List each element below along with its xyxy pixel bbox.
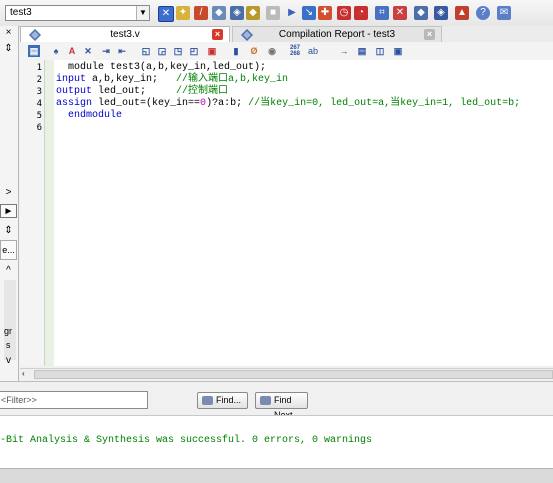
- close-icon[interactable]: ×: [424, 29, 435, 40]
- line-number: 6: [36, 123, 42, 133]
- tab-compilation-report[interactable]: Compilation Report - test3 ×: [232, 26, 442, 42]
- insert-template-icon[interactable]: ▮: [230, 45, 242, 57]
- project-navigator-panel: × ⇕ > ► ⇕ e... ^ gr s v: [0, 26, 19, 381]
- sim-icon[interactable]: ◆: [246, 6, 260, 20]
- scroll-down-icon[interactable]: v: [0, 354, 17, 368]
- find-next-button[interactable]: Find Next: [255, 392, 308, 420]
- panel-text-fragment: gr: [4, 326, 13, 336]
- code-line: output led_out; //控制端口: [56, 86, 229, 97]
- find-bar: <Filter>> Find... Find Next: [0, 381, 553, 420]
- stop-icon[interactable]: ■: [266, 6, 280, 20]
- settings-icon[interactable]: ◆: [212, 6, 226, 20]
- line-number-toggle-button[interactable]: 267 268: [288, 45, 302, 57]
- code-line: endmodule: [56, 110, 123, 121]
- assignment-icon[interactable]: ◈: [230, 6, 244, 20]
- line-number: 5: [36, 111, 42, 121]
- document-tab-bar: test3.v × Compilation Report - test3 ×: [20, 26, 553, 43]
- code-line: module test3(a,b,key_in,led_out);: [56, 62, 267, 73]
- line-number: 2: [36, 75, 42, 85]
- close-icon[interactable]: ×: [0, 26, 17, 40]
- format-icon[interactable]: ◉: [266, 45, 278, 57]
- filter-input[interactable]: <Filter>>: [0, 391, 148, 409]
- scroll-right-icon[interactable]: >: [0, 186, 17, 200]
- outdent-icon[interactable]: ⇤: [116, 45, 128, 57]
- editor-horizontal-scrollbar[interactable]: ‹: [20, 368, 553, 381]
- bookmark-next-icon[interactable]: ◲: [156, 45, 168, 57]
- split-view-icon[interactable]: ◫: [374, 45, 386, 57]
- scroll-left-icon[interactable]: ‹: [22, 369, 25, 378]
- line-number: 1: [36, 63, 42, 73]
- panel-text-fragment: s: [6, 340, 11, 350]
- timing-icon[interactable]: ◷: [337, 6, 351, 20]
- main-toolbar: test3 ▼ ✕ ✦ / ◆ ◈ ◆ ■ ▶ ↘ ✚ ◷ ◔ ⌗ ✕ ◆ ◈ …: [0, 0, 553, 27]
- tab-test3-v[interactable]: test3.v ×: [20, 26, 230, 42]
- pin-icon[interactable]: ⇕: [0, 42, 17, 56]
- rtl-icon[interactable]: ✕: [393, 6, 407, 20]
- open-file-icon[interactable]: ▤: [28, 45, 40, 57]
- find-button[interactable]: Find...: [197, 392, 248, 409]
- chevron-down-icon[interactable]: ▼: [136, 6, 149, 20]
- bookmark-clear-icon[interactable]: ◰: [188, 45, 200, 57]
- feedback-icon[interactable]: ✉: [497, 6, 511, 20]
- clock-icon[interactable]: ◔: [354, 6, 368, 20]
- analysis-icon[interactable]: ↘: [302, 6, 316, 20]
- scroll-right-filled-icon[interactable]: ►: [0, 204, 17, 218]
- find-replace-icon[interactable]: A: [66, 45, 78, 57]
- scroll-up-icon[interactable]: ^: [0, 264, 17, 278]
- binoculars-icon: [202, 396, 213, 405]
- spell-check-button[interactable]: ab: [306, 45, 320, 57]
- messages-panel: -Bit Analysis & Synthesis was successful…: [0, 415, 553, 469]
- help-icon[interactable]: ?: [476, 6, 490, 20]
- indent-icon[interactable]: ⇥: [100, 45, 112, 57]
- status-bar: [0, 468, 553, 483]
- line-number: 4: [36, 99, 42, 109]
- code-line: assign led_out=(key_in==0)?a:b; //当key_i…: [56, 98, 521, 109]
- comment-icon[interactable]: ▣: [206, 45, 218, 57]
- bookmark-icon[interactable]: ◱: [140, 45, 152, 57]
- tab-label: Compilation Report - test3: [278, 29, 396, 40]
- netlist-icon[interactable]: ⌗: [375, 6, 389, 20]
- line-number: 3: [36, 87, 42, 97]
- project-select[interactable]: test3 ▼: [5, 5, 150, 21]
- start-compile-icon[interactable]: ▶: [285, 6, 299, 20]
- find-icon[interactable]: ♠: [50, 45, 62, 57]
- pin-icon-2[interactable]: ⇕: [0, 224, 17, 238]
- close-icon[interactable]: ×: [212, 29, 223, 40]
- ellipsis-button[interactable]: e...: [0, 240, 17, 260]
- code-line: input a,b,key_in; //输入端口a,b,key_in: [56, 74, 289, 85]
- toggle-comment-icon[interactable]: Ø: [248, 45, 260, 57]
- magic-wand-icon[interactable]: /: [194, 6, 208, 20]
- document-icon[interactable]: ▤: [356, 45, 368, 57]
- line-number-gutter: 1 2 3 4 5 6: [20, 60, 45, 366]
- bookmark-prev-icon[interactable]: ◳: [172, 45, 184, 57]
- scrollbar-thumb[interactable]: [34, 370, 553, 379]
- signaltap-icon[interactable]: ▲: [455, 6, 469, 20]
- chip-planner-icon[interactable]: ✕: [158, 6, 174, 22]
- pin-planner-icon[interactable]: ✦: [176, 6, 190, 20]
- goto-line-icon[interactable]: ✕: [82, 45, 94, 57]
- message-text: -Bit Analysis & Synthesis was successful…: [0, 435, 373, 446]
- window-icon[interactable]: ▣: [392, 45, 404, 57]
- programmer-icon[interactable]: ◆: [414, 6, 428, 20]
- editor-toolbar: ▤ ♠ A ✕ ⇥ ⇤ ◱ ◲ ◳ ◰ ▣ ▮ Ø ◉ 267 268 ab →…: [20, 42, 553, 61]
- tab-label: test3.v: [110, 29, 140, 40]
- binoculars-icon: [260, 396, 271, 405]
- synthesis-icon[interactable]: ✚: [318, 6, 332, 20]
- fold-margin: [45, 60, 54, 366]
- project-select-value: test3: [10, 7, 32, 18]
- chip-icon[interactable]: ◈: [434, 6, 448, 20]
- arrow-right-icon[interactable]: →: [338, 45, 350, 57]
